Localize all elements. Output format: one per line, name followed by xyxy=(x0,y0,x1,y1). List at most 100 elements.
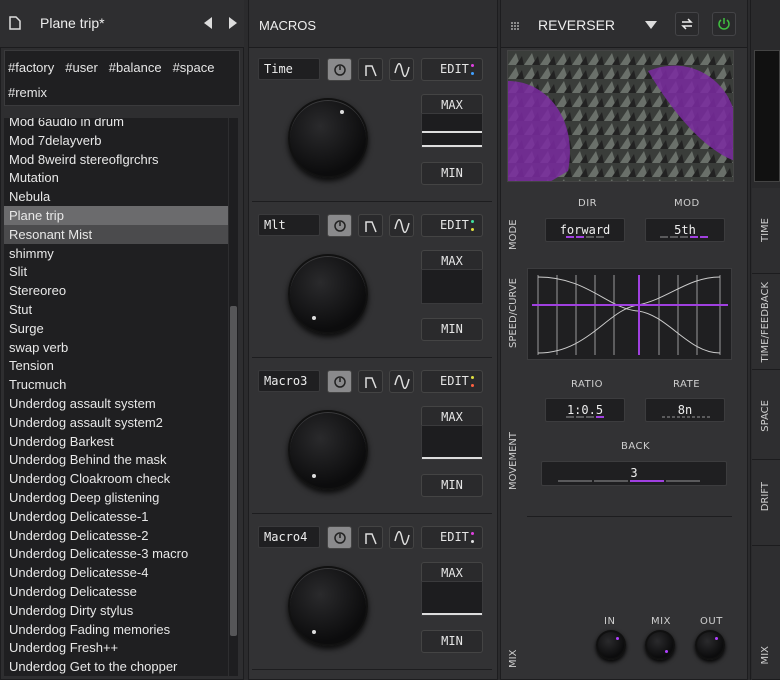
min-button[interactable]: MIN xyxy=(421,162,483,185)
tag-item[interactable]: #user xyxy=(65,55,98,80)
envelope-icon[interactable] xyxy=(358,526,383,549)
macro-knob[interactable] xyxy=(288,566,368,646)
tab-drift[interactable]: DRIFT xyxy=(752,460,780,546)
grip-icon[interactable] xyxy=(510,20,520,30)
envelope-icon[interactable] xyxy=(358,58,383,81)
min-button[interactable]: MIN xyxy=(421,318,483,341)
ratio-select[interactable]: 1:0.5 xyxy=(545,398,625,422)
preset-item[interactable]: Nebula xyxy=(4,187,228,206)
preset-item[interactable]: Underdog Delicatesse-4 xyxy=(4,563,228,582)
next-preset-icon[interactable] xyxy=(229,17,237,29)
ratio-value: 1:0.5 xyxy=(566,403,604,417)
macro-slot: Macro3 EDIT MAX MIN xyxy=(252,362,492,514)
reverser-title[interactable]: REVERSER xyxy=(538,17,615,33)
prev-preset-icon[interactable] xyxy=(204,17,212,29)
tag-item[interactable]: #factory xyxy=(8,55,54,80)
range-display xyxy=(421,425,483,460)
power-button[interactable] xyxy=(712,12,736,36)
rate-select[interactable]: 8n xyxy=(645,398,725,422)
tab-space-label: SPACE xyxy=(760,400,771,432)
min-button[interactable]: MIN xyxy=(421,630,483,653)
preset-item[interactable]: Underdog Delicatesse-3 macro xyxy=(4,544,228,563)
preset-item[interactable]: shimmy xyxy=(4,244,228,263)
tab-space[interactable]: SPACE xyxy=(752,370,780,460)
scroll-thumb[interactable] xyxy=(230,306,237,636)
preset-item[interactable]: swap verb xyxy=(4,338,228,357)
preset-item[interactable]: Plane trip xyxy=(4,205,228,225)
preset-item[interactable]: Underdog Fresh++ xyxy=(4,638,228,657)
macro-name[interactable]: Mlt xyxy=(258,214,320,236)
macro-slot: Time EDIT MAX MIN xyxy=(252,50,492,202)
preset-item[interactable]: Underdog Fading memories xyxy=(4,620,228,639)
preset-item[interactable]: Mod 7delayverb xyxy=(4,131,228,150)
macros-title: MACROS xyxy=(259,18,317,33)
dir-select[interactable]: forward xyxy=(545,218,625,242)
preset-item[interactable]: Underdog assault system2 xyxy=(4,413,228,432)
min-button[interactable]: MIN xyxy=(421,474,483,497)
tag-item[interactable]: #space xyxy=(173,55,215,80)
preset-item[interactable]: Trucmuch xyxy=(4,375,228,394)
preset-name[interactable]: Plane trip* xyxy=(40,15,105,31)
preset-item[interactable]: Mod 8weird stereoflgrchrs xyxy=(4,150,228,169)
preset-item[interactable]: Slit xyxy=(4,262,228,281)
lfo-wave-icon[interactable] xyxy=(389,370,414,393)
knob-mode-icon[interactable] xyxy=(327,58,352,81)
chevron-down-icon[interactable] xyxy=(645,21,657,29)
preset-item[interactable]: Mutation xyxy=(4,168,228,187)
preset-item[interactable]: Surge xyxy=(4,319,228,338)
preset-item[interactable]: Underdog Deep glistening xyxy=(4,488,228,507)
tag-item[interactable]: #remix xyxy=(8,80,47,105)
preset-item[interactable]: Underdog Get to the chopper xyxy=(4,657,228,676)
macro-knob[interactable] xyxy=(288,254,368,334)
envelope-icon[interactable] xyxy=(358,370,383,393)
preset-item[interactable]: Mod 6audio in drum xyxy=(4,118,228,131)
curve-display[interactable] xyxy=(527,268,732,360)
tab-mix[interactable]: MIX xyxy=(752,546,780,680)
preset-item[interactable]: Stereoreo xyxy=(4,281,228,300)
knob-mode-icon[interactable] xyxy=(327,526,352,549)
mix-knob[interactable] xyxy=(645,630,675,660)
edit-label: EDIT xyxy=(440,530,469,544)
lfo-wave-icon[interactable] xyxy=(389,214,414,237)
tab-drift-label: DRIFT xyxy=(760,482,771,512)
macro-name[interactable]: Time xyxy=(258,58,320,80)
edit-button[interactable]: EDIT xyxy=(421,58,483,81)
knob-mode-icon[interactable] xyxy=(327,370,352,393)
preset-item[interactable]: Underdog assault system xyxy=(4,394,228,413)
envelope-icon[interactable] xyxy=(358,214,383,237)
tab-time-feedback[interactable]: TIME/FEEDBACK xyxy=(752,274,780,370)
macro-name[interactable]: Macro3 xyxy=(258,370,320,392)
back-select[interactable]: 3 xyxy=(541,461,727,486)
edit-button[interactable]: EDIT xyxy=(421,526,483,549)
mod-value: 5th xyxy=(674,223,696,237)
tab-time[interactable]: TIME xyxy=(752,188,780,274)
macro-knob[interactable] xyxy=(288,98,368,178)
macro-name[interactable]: Macro4 xyxy=(258,526,320,548)
knob-mode-icon[interactable] xyxy=(327,214,352,237)
preset-item[interactable]: Tension xyxy=(4,356,228,375)
mod-select[interactable]: 5th xyxy=(645,218,725,242)
preset-item[interactable]: Underdog Barkest xyxy=(4,432,228,451)
preset-item[interactable]: Underdog Cloakroom check xyxy=(4,469,228,488)
preset-scrollbar[interactable] xyxy=(229,118,238,676)
preset-list: Mod 6audio in drum Mod 7delayverb Mod 8wei… xyxy=(4,118,228,676)
preset-item[interactable]: Underdog Behind the mask xyxy=(4,450,228,469)
swap-button[interactable] xyxy=(675,12,699,36)
lfo-wave-icon[interactable] xyxy=(389,526,414,549)
movement-section-label: MOVEMENT xyxy=(508,431,519,490)
tag-item[interactable]: #balance xyxy=(109,55,162,80)
edit-button[interactable]: EDIT xyxy=(421,214,483,237)
macro-knob[interactable] xyxy=(288,410,368,490)
out-knob[interactable] xyxy=(695,630,725,660)
in-knob[interactable] xyxy=(596,630,626,660)
preset-item[interactable]: Resonant Mist xyxy=(4,224,228,244)
edit-button[interactable]: EDIT xyxy=(421,370,483,393)
preset-item[interactable]: Underdog Delicatesse-2 xyxy=(4,526,228,545)
preset-item[interactable]: Stut xyxy=(4,300,228,319)
preset-item[interactable]: Underdog Delicatesse xyxy=(4,582,228,601)
file-icon[interactable] xyxy=(9,16,21,30)
lfo-wave-icon[interactable] xyxy=(389,58,414,81)
mix-divider xyxy=(527,516,732,517)
preset-item[interactable]: Underdog Delicatesse-1 xyxy=(4,507,228,526)
preset-item[interactable]: Underdog Dirty stylus xyxy=(4,601,228,620)
